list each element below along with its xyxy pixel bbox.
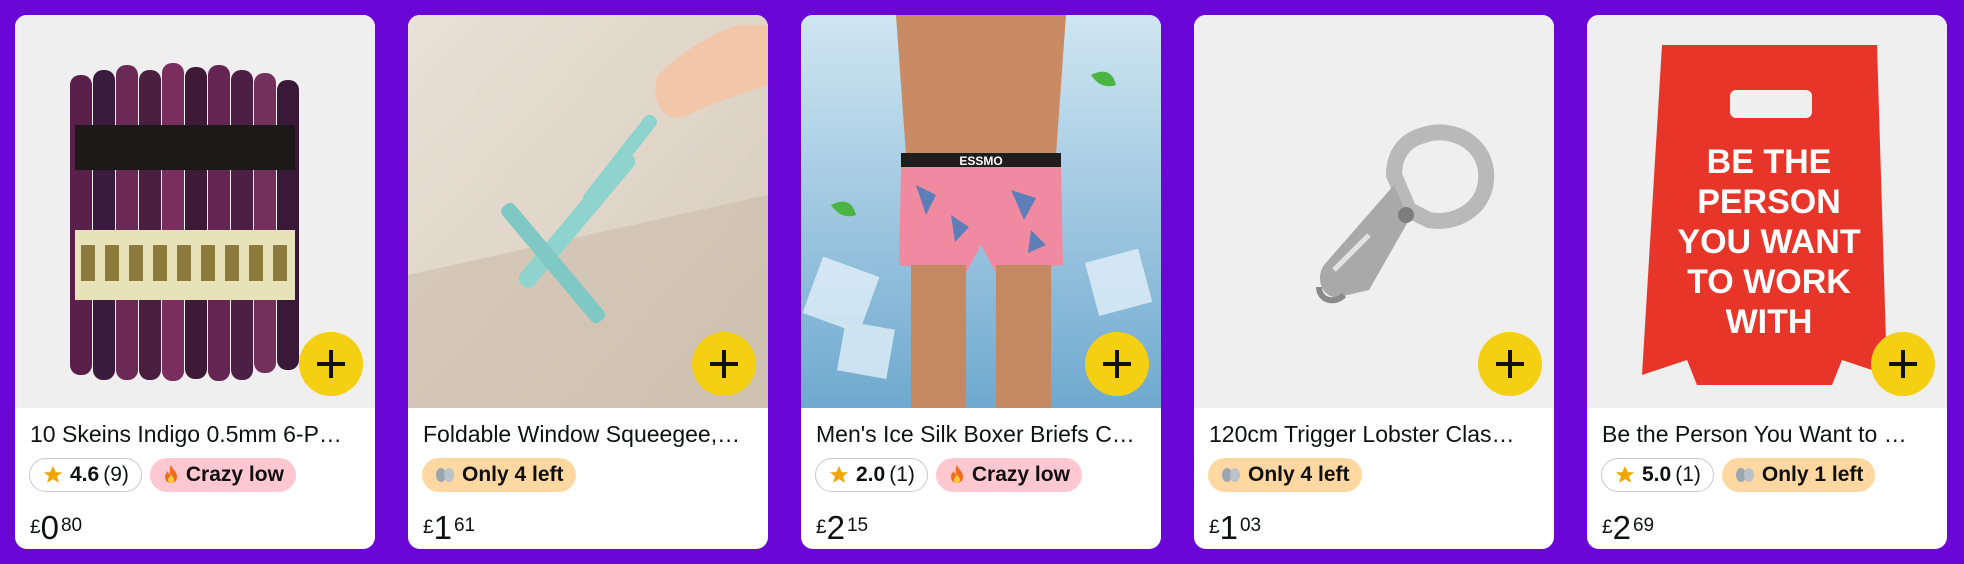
review-count: (1) xyxy=(889,463,915,486)
star-icon xyxy=(43,465,63,483)
product-image[interactable]: ESSMO xyxy=(801,15,1161,408)
plus-icon xyxy=(317,350,345,378)
rating-pill: 2.0 (1) xyxy=(815,458,928,492)
plus-icon xyxy=(1103,350,1131,378)
stock-badge: Only 4 left xyxy=(422,458,576,492)
badge-row: Only 4 left xyxy=(422,458,576,492)
price-currency: £ xyxy=(816,517,827,538)
stock-badge-label: Only 4 left xyxy=(1248,463,1350,486)
deal-badge: Crazy low xyxy=(935,458,1082,492)
price-currency: £ xyxy=(423,517,434,538)
price: £ 2 15 xyxy=(816,511,868,545)
stock-icon xyxy=(1735,468,1754,482)
rating-value: 4.6 xyxy=(70,463,100,486)
price-fraction: 80 xyxy=(60,515,83,536)
price-whole: 1 xyxy=(1219,509,1238,546)
stock-badge: Only 4 left xyxy=(1208,458,1362,492)
fire-icon xyxy=(950,465,963,483)
price-whole: 2 xyxy=(826,509,845,546)
deal-badge-label: Crazy low xyxy=(185,463,284,486)
price-whole: 2 xyxy=(1612,509,1631,546)
price-fraction: 69 xyxy=(1632,515,1655,536)
product-card[interactable]: 120cm Trigger Lobster Clas… Only 4 left … xyxy=(1194,15,1554,549)
price-currency: £ xyxy=(30,517,41,538)
stock-badge-label: Only 4 left xyxy=(462,463,564,486)
price: £ 0 80 xyxy=(30,511,82,545)
product-title[interactable]: Foldable Window Squeegee,… xyxy=(423,421,756,448)
product-image[interactable]: BE THE PERSON YOU WANT TO WORK WITH xyxy=(1587,15,1947,408)
deal-badge: Crazy low xyxy=(149,458,296,492)
rating-pill: 5.0 (1) xyxy=(1601,458,1714,492)
rating-value: 5.0 xyxy=(1642,463,1672,486)
product-image[interactable] xyxy=(408,15,768,408)
price-fraction: 15 xyxy=(846,515,869,536)
product-card[interactable]: Foldable Window Squeegee,… Only 4 left £… xyxy=(408,15,768,549)
rating-pill: 4.6 (9) xyxy=(29,458,142,492)
stock-badge-label: Only 1 left xyxy=(1761,463,1864,486)
price-currency: £ xyxy=(1209,517,1220,538)
product-image[interactable] xyxy=(15,15,375,408)
stock-badge: Only 1 left xyxy=(1721,458,1876,492)
add-to-cart-button[interactable] xyxy=(299,332,363,396)
price-currency: £ xyxy=(1602,517,1613,538)
brand-text: ESSMO xyxy=(959,154,1002,168)
star-icon xyxy=(1615,465,1635,483)
stock-icon xyxy=(436,468,454,482)
stock-icon xyxy=(1222,468,1240,482)
sign-line: TO WORK xyxy=(1687,263,1851,301)
add-to-cart-button[interactable] xyxy=(1085,332,1149,396)
badge-row: 4.6 (9) Crazy low xyxy=(29,458,296,492)
price: £ 2 69 xyxy=(1602,511,1654,545)
badge-row: 5.0 (1) Only 1 left xyxy=(1601,458,1876,492)
review-count: (1) xyxy=(1675,463,1701,486)
rating-value: 2.0 xyxy=(856,463,886,486)
price-fraction: 03 xyxy=(1239,515,1262,536)
product-card[interactable]: ESSMO Men's Ice Silk Boxer Briefs C… 2.0… xyxy=(801,15,1161,549)
add-to-cart-button[interactable] xyxy=(692,332,756,396)
product-image[interactable] xyxy=(1194,15,1554,408)
product-title[interactable]: Men's Ice Silk Boxer Briefs C… xyxy=(816,421,1149,448)
price-whole: 1 xyxy=(433,509,452,546)
plus-icon xyxy=(1889,350,1917,378)
product-title[interactable]: Be the Person You Want to … xyxy=(1602,421,1935,448)
product-card[interactable]: 10 Skeins Indigo 0.5mm 6-P… 4.6 (9) Craz… xyxy=(15,15,375,549)
star-icon xyxy=(829,465,849,483)
sign-line: WITH xyxy=(1726,303,1813,341)
sign-line: YOU WANT xyxy=(1677,223,1860,261)
plus-icon xyxy=(710,350,738,378)
product-card[interactable]: BE THE PERSON YOU WANT TO WORK WITH Be t… xyxy=(1587,15,1947,549)
review-count: (9) xyxy=(103,463,129,486)
plus-icon xyxy=(1496,350,1524,378)
fire-icon xyxy=(164,465,177,483)
sign-line: BE THE xyxy=(1707,143,1832,181)
add-to-cart-button[interactable] xyxy=(1871,332,1935,396)
badge-row: 2.0 (1) Crazy low xyxy=(815,458,1082,492)
product-title[interactable]: 10 Skeins Indigo 0.5mm 6-P… xyxy=(30,421,363,448)
add-to-cart-button[interactable] xyxy=(1478,332,1542,396)
price: £ 1 03 xyxy=(1209,511,1261,545)
price: £ 1 61 xyxy=(423,511,475,545)
product-carousel: 10 Skeins Indigo 0.5mm 6-P… 4.6 (9) Craz… xyxy=(0,0,1964,564)
price-fraction: 61 xyxy=(453,515,476,536)
sign-line: PERSON xyxy=(1697,183,1841,221)
deal-badge-label: Crazy low xyxy=(971,463,1070,486)
product-title[interactable]: 120cm Trigger Lobster Clas… xyxy=(1209,421,1542,448)
badge-row: Only 4 left xyxy=(1208,458,1362,492)
price-whole: 0 xyxy=(40,509,59,546)
